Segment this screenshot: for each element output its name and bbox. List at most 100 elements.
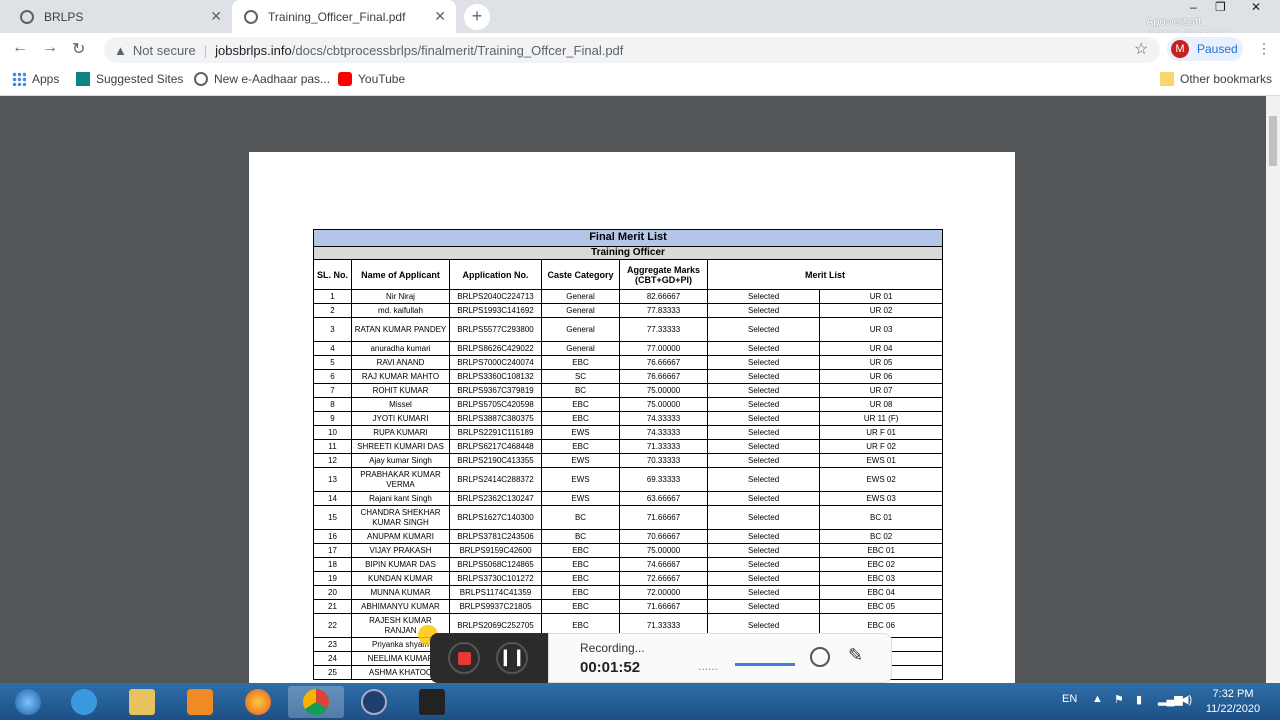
cell-status: Selected [706,397,821,412]
cell-name: Nir Niraj [351,289,450,304]
cell-name: ROHIT KUMAR [351,383,450,398]
cell-name: SHREETI KUMARI DAS [351,439,450,454]
pdf-page: Final Merit List Training Officer SL. No… [249,152,1015,683]
cell-application: BRLPS5577C293800 [449,317,542,342]
cell-caste: EWS [541,491,620,506]
table-row: 2 md. kaifullah BRLPS1993C141692 General 77.… [313,303,943,318]
start-button[interactable] [0,686,56,718]
cell-marks: 74.66667 [619,557,708,572]
cell-application: BRLPS3360C108132 [449,369,542,384]
cell-application: BRLPS1174C41359 [449,585,542,600]
maximize-button[interactable]: ❐ [1215,0,1226,14]
tab-title: BRLPS [44,9,84,24]
table-row: 10 RUPA KUMARI BRLPS2291C115189 EWS 74.33333… [313,425,943,440]
bookmark-apps[interactable]: Apps [12,72,59,86]
taskbar-firefox[interactable] [230,686,286,718]
scrollbar-thumb[interactable] [1269,116,1277,166]
security-label[interactable]: Not secure [133,43,196,58]
cell-name: RAVI ANAND [351,355,450,370]
network-icon[interactable]: ▂▄▆ [1158,693,1183,706]
cell-merit: UR 11 (F) [819,411,943,426]
cell-name: Rajani kant Singh [351,491,450,506]
tray-expand-icon[interactable]: ▲ [1092,693,1103,705]
language-indicator[interactable]: EN [1062,693,1077,705]
bookmark-star-icon[interactable]: ☆ [1134,39,1148,59]
pause-button[interactable]: ❙❙ [496,642,528,674]
cell-caste: EBC [541,571,620,586]
cell-application: BRLPS2040C224713 [449,289,542,304]
system-clock[interactable]: 7:32 PM 11/22/2020 [1198,687,1268,717]
new-tab-button[interactable]: + [464,4,490,30]
cell-status: Selected [706,369,821,384]
cell-name: RAJ KUMAR MAHTO [351,369,450,384]
table-row: 1 Nir Niraj BRLPS2040C224713 General 82.6666… [313,289,943,304]
table-row: 9 JYOTI KUMARI BRLPS3887C380375 EBC 74.33333… [313,411,943,426]
cell-sl: 15 [313,505,352,530]
battery-icon[interactable]: ▮ [1136,693,1142,706]
forward-icon[interactable]: → [42,39,58,57]
vertical-scrollbar[interactable] [1266,96,1280,683]
cell-status: Selected [706,383,821,398]
cell-sl: 4 [313,341,352,356]
bookmarks-bar: Apps Suggested Sites New e-Aadhaar pas..… [0,65,1280,96]
table-row: 5 RAVI ANAND BRLPS7000C240074 EBC 76.66667 Se… [313,355,943,370]
menu-kebab-icon[interactable]: ⋮ [1257,40,1271,57]
cell-merit: UR F 02 [819,439,943,454]
taskbar-app[interactable] [346,686,402,718]
pen-icon[interactable]: ✎ [848,645,863,666]
table-row: 21 ABHIMANYU KUMAR BRLPS9937C21805 EBC 71.66… [313,599,943,614]
volume-icon[interactable]: ◀) [1180,693,1192,706]
cell-merit: UR 06 [819,369,943,384]
webcam-icon[interactable] [810,647,830,667]
minimize-button[interactable]: – [1190,0,1197,14]
cell-merit: EWS 03 [819,491,943,506]
reload-icon[interactable]: ↻ [72,39,85,59]
cell-status: Selected [706,453,821,468]
cell-status: Selected [706,439,821,454]
address-bar[interactable]: ▲ Not secure | jobsbrlps.info/docs/cbtpr… [104,37,1160,63]
taskbar-recorder[interactable] [404,686,460,718]
table-title: Final Merit List [313,229,943,247]
col-header-caste: Caste Category [541,259,620,290]
media-player-icon [187,689,213,715]
cell-marks: 77.00000 [619,341,708,356]
divider: | [203,42,208,58]
stop-button[interactable] [448,642,480,674]
cell-marks: 74.33333 [619,425,708,440]
taskbar-ie[interactable] [56,686,112,718]
cell-application: BRLPS2362C130247 [449,491,542,506]
table-row: 11 SHREETI KUMARI DAS BRLPS6217C468448 EBC 7… [313,439,943,454]
table-row: 18 BIPIN KUMAR DAS BRLPS5068C124865 EBC 74.6… [313,557,943,572]
cell-marks: 76.66667 [619,369,708,384]
taskbar-media-player[interactable] [172,686,228,718]
cell-status: Selected [706,585,821,600]
close-tab-icon[interactable]: ✕ [210,8,222,25]
taskbar-explorer[interactable] [114,686,170,718]
cell-application: BRLPS6217C468448 [449,439,542,454]
tab-brlps[interactable]: BRLPS ✕ [8,0,232,33]
cell-status: Selected [706,303,821,318]
taskbar-chrome[interactable] [288,686,344,718]
globe-icon [194,72,208,86]
cell-sl: 24 [313,651,352,666]
warning-icon[interactable]: ▲ [114,43,127,58]
pdf-viewer[interactable]: Final Merit List Training Officer SL. No… [0,96,1266,683]
cell-caste: General [541,317,620,342]
close-window-button[interactable]: ✕ [1251,0,1261,14]
cell-status: Selected [706,557,821,572]
bookmark-youtube[interactable]: YouTube [338,72,405,86]
volume-slider[interactable] [735,663,795,666]
cell-sl: 13 [313,467,352,492]
bookmark-suggested-sites[interactable]: Suggested Sites [76,72,183,86]
profile-button[interactable]: M Paused [1167,37,1243,61]
other-bookmarks[interactable]: Other bookmarks [1160,72,1272,86]
cell-marks: 75.00000 [619,383,708,398]
close-tab-icon[interactable]: ✕ [434,8,446,25]
action-center-icon[interactable]: ⚑ [1114,693,1124,706]
back-icon[interactable]: ← [12,39,28,57]
cell-status: Selected [706,529,821,544]
cell-marks: 75.00000 [619,397,708,412]
table-row: 6 RAJ KUMAR MAHTO BRLPS3360C108132 SC 76.666… [313,369,943,384]
bookmark-aadhaar[interactable]: New e-Aadhaar pas... [194,72,330,86]
tab-pdf[interactable]: Training_Officer_Final.pdf ✕ [232,0,456,33]
